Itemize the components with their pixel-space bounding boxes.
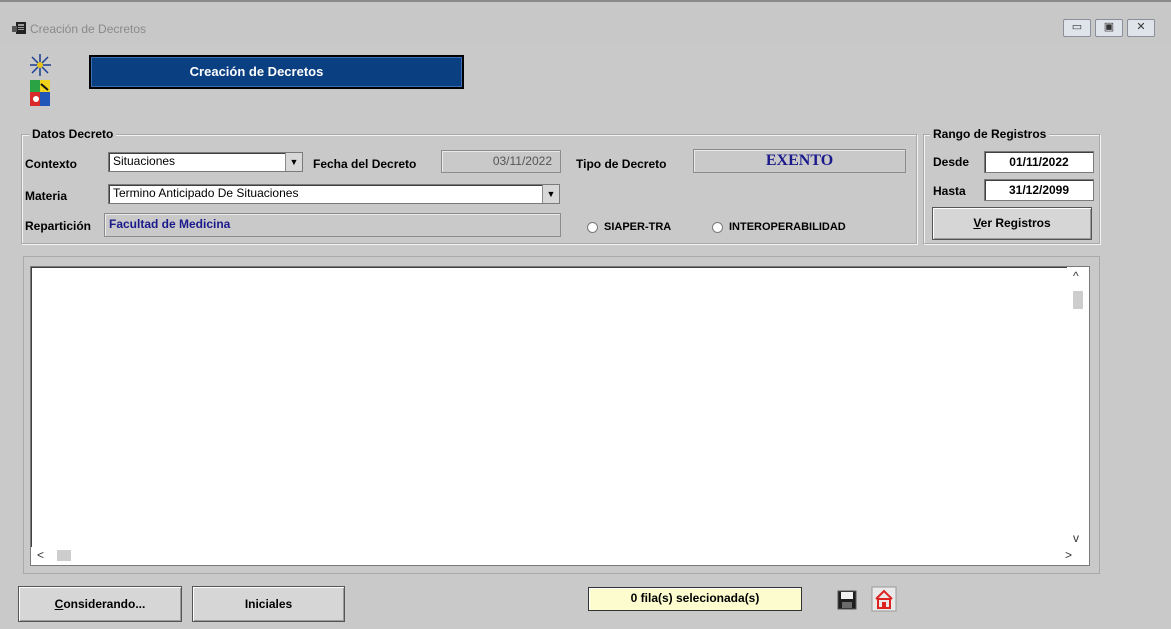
materia-value: Termino Anticipado De Situaciones xyxy=(113,186,299,200)
fecha-decreto-field: 03/11/2022 xyxy=(441,150,561,173)
chevron-down-icon[interactable]: ▼ xyxy=(285,153,302,171)
considerando-button[interactable]: Considerando... xyxy=(18,586,182,622)
app-icon xyxy=(12,22,26,34)
contexto-label: Contexto xyxy=(25,157,77,171)
fecha-label: Fecha del Decreto xyxy=(313,157,417,171)
save-icon[interactable] xyxy=(837,590,857,610)
contexto-select[interactable]: Situaciones ▼ xyxy=(108,152,303,172)
ver-registros-accel: V xyxy=(973,216,981,230)
vertical-scroll-thumb[interactable] xyxy=(1073,291,1083,309)
reparticion-field: Facultad de Medicina xyxy=(104,213,561,237)
desde-input[interactable]: 01/11/2022 xyxy=(984,151,1094,173)
horizontal-scrollbar[interactable]: < > xyxy=(31,547,1089,565)
page-title: Creación de Decretos xyxy=(89,55,464,89)
rango-registros-legend: Rango de Registros xyxy=(930,127,1050,141)
restore-button[interactable]: ▣ xyxy=(1095,19,1123,37)
materia-label: Materia xyxy=(25,189,68,203)
chevron-down-icon[interactable]: ▼ xyxy=(542,185,559,203)
iniciales-button[interactable]: Iniciales xyxy=(192,586,345,622)
window-titlebar xyxy=(0,0,1171,44)
interoperabilidad-label: INTEROPERABILIDAD xyxy=(729,221,846,233)
materia-select[interactable]: Termino Anticipado De Situaciones ▼ xyxy=(108,184,560,204)
university-logo xyxy=(30,54,51,106)
ver-registros-button[interactable]: Ver Registros xyxy=(932,207,1092,240)
scroll-left-icon[interactable]: < xyxy=(37,548,44,562)
scroll-down-icon[interactable]: v xyxy=(1073,531,1079,545)
interoperabilidad-radio[interactable] xyxy=(712,222,723,233)
scroll-right-icon[interactable]: > xyxy=(1065,548,1072,562)
minimize-button[interactable]: ▭ xyxy=(1063,19,1091,37)
horizontal-scroll-thumb[interactable] xyxy=(57,550,71,561)
siaper-tra-radio[interactable] xyxy=(587,222,598,233)
vertical-scrollbar[interactable]: ^ v xyxy=(1067,267,1089,547)
desde-label: Desde xyxy=(933,155,970,169)
records-list[interactable]: ^ v < > xyxy=(30,266,1090,566)
hasta-input[interactable]: 31/12/2099 xyxy=(984,179,1094,201)
ver-registros-label: er Registros xyxy=(980,216,1051,230)
close-button[interactable]: ✕ xyxy=(1127,19,1155,37)
home-icon[interactable] xyxy=(871,586,897,612)
datos-decreto-legend: Datos Decreto xyxy=(29,127,117,141)
scroll-up-icon[interactable]: ^ xyxy=(1073,269,1079,283)
hasta-label: Hasta xyxy=(933,184,966,198)
tipo-decreto-field: EXENTO xyxy=(693,149,906,173)
reparticion-label: Repartición xyxy=(25,219,92,233)
tipo-label: Tipo de Decreto xyxy=(576,157,667,171)
contexto-value: Situaciones xyxy=(113,154,176,168)
window-title: Creación de Decretos xyxy=(30,22,147,36)
considerando-label: onsiderando... xyxy=(63,597,146,611)
selected-rows-status: 0 fila(s) selecionada(s) xyxy=(588,587,802,611)
siaper-tra-label: SIAPER-TRA xyxy=(604,221,672,233)
